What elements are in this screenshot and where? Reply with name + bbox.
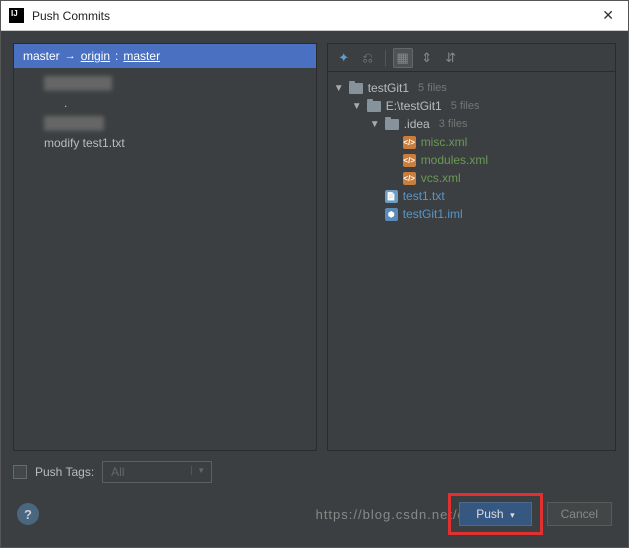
files-panel: ✦ ⎌ ▦ ⇕ ⇵ ▼ testGit1 5 files ▼ xyxy=(327,43,616,451)
tree-file[interactable]: </> misc.xml xyxy=(334,133,609,151)
files-toolbar: ✦ ⎌ ▦ ⇕ ⇵ xyxy=(328,44,615,72)
dialog-footer: ? https://blog.csdn.net/qq_ Push Cancel xyxy=(13,493,616,535)
local-branch: master xyxy=(23,49,60,63)
tree-file[interactable]: 📄 test1.txt xyxy=(334,187,609,205)
caret-down-icon[interactable]: ▼ xyxy=(370,119,380,130)
push-tags-checkbox[interactable] xyxy=(13,465,27,479)
push-button[interactable]: Push xyxy=(459,502,531,526)
xml-file-icon: </> xyxy=(403,154,416,167)
tool-collapse-icon[interactable]: ⇵ xyxy=(441,48,461,68)
tool-group-icon[interactable]: ▦ xyxy=(393,48,413,68)
push-tags-dropdown[interactable]: All xyxy=(102,461,212,483)
tree-file[interactable]: </> modules.xml xyxy=(334,151,609,169)
xml-file-icon: </> xyxy=(403,172,416,185)
tool-revert-icon[interactable]: ⎌ xyxy=(358,48,378,68)
push-tags-row: Push Tags: All xyxy=(13,461,616,483)
txt-file-icon: 📄 xyxy=(385,190,398,203)
caret-down-icon[interactable]: ▼ xyxy=(334,83,344,94)
iml-file-icon: ⬢ xyxy=(385,208,398,221)
commits-list: ████████ . ███████ modify test1.txt xyxy=(14,68,316,158)
commit-item[interactable]: . xyxy=(44,93,316,113)
window-title: Push Commits xyxy=(32,9,596,23)
tree-file[interactable]: ⬢ testGit1.iml xyxy=(334,205,609,223)
tree-file[interactable]: </> vcs.xml xyxy=(334,169,609,187)
caret-down-icon[interactable]: ▼ xyxy=(352,101,362,112)
xml-file-icon: </> xyxy=(403,136,416,149)
help-icon[interactable]: ? xyxy=(17,503,39,525)
cancel-button[interactable]: Cancel xyxy=(547,502,612,526)
commit-item[interactable]: modify test1.txt xyxy=(44,133,316,153)
folder-icon xyxy=(367,101,381,112)
files-tree: ▼ testGit1 5 files ▼ E:\testGit1 5 files… xyxy=(328,72,615,450)
commit-item[interactable]: ████████ xyxy=(44,73,316,93)
remote-name[interactable]: origin xyxy=(81,49,110,63)
tree-folder[interactable]: ▼ .idea 3 files xyxy=(334,115,609,133)
titlebar: Push Commits ✕ xyxy=(1,1,628,31)
commits-panel: master → origin : master ████████ . ████… xyxy=(13,43,317,451)
folder-icon xyxy=(349,83,363,94)
push-tags-label: Push Tags: xyxy=(35,465,94,479)
arrow-icon: → xyxy=(65,50,76,62)
folder-icon xyxy=(385,119,399,130)
tool-add-icon[interactable]: ✦ xyxy=(334,48,354,68)
tree-folder[interactable]: ▼ testGit1 5 files xyxy=(334,79,609,97)
push-highlight: Push xyxy=(448,493,542,535)
tree-folder[interactable]: ▼ E:\testGit1 5 files xyxy=(334,97,609,115)
remote-branch[interactable]: master xyxy=(123,49,160,63)
tool-expand-icon[interactable]: ⇕ xyxy=(417,48,437,68)
commit-item[interactable]: ███████ xyxy=(44,113,316,133)
app-icon xyxy=(9,8,24,23)
close-icon[interactable]: ✕ xyxy=(596,7,620,24)
branch-bar[interactable]: master → origin : master xyxy=(14,44,316,68)
